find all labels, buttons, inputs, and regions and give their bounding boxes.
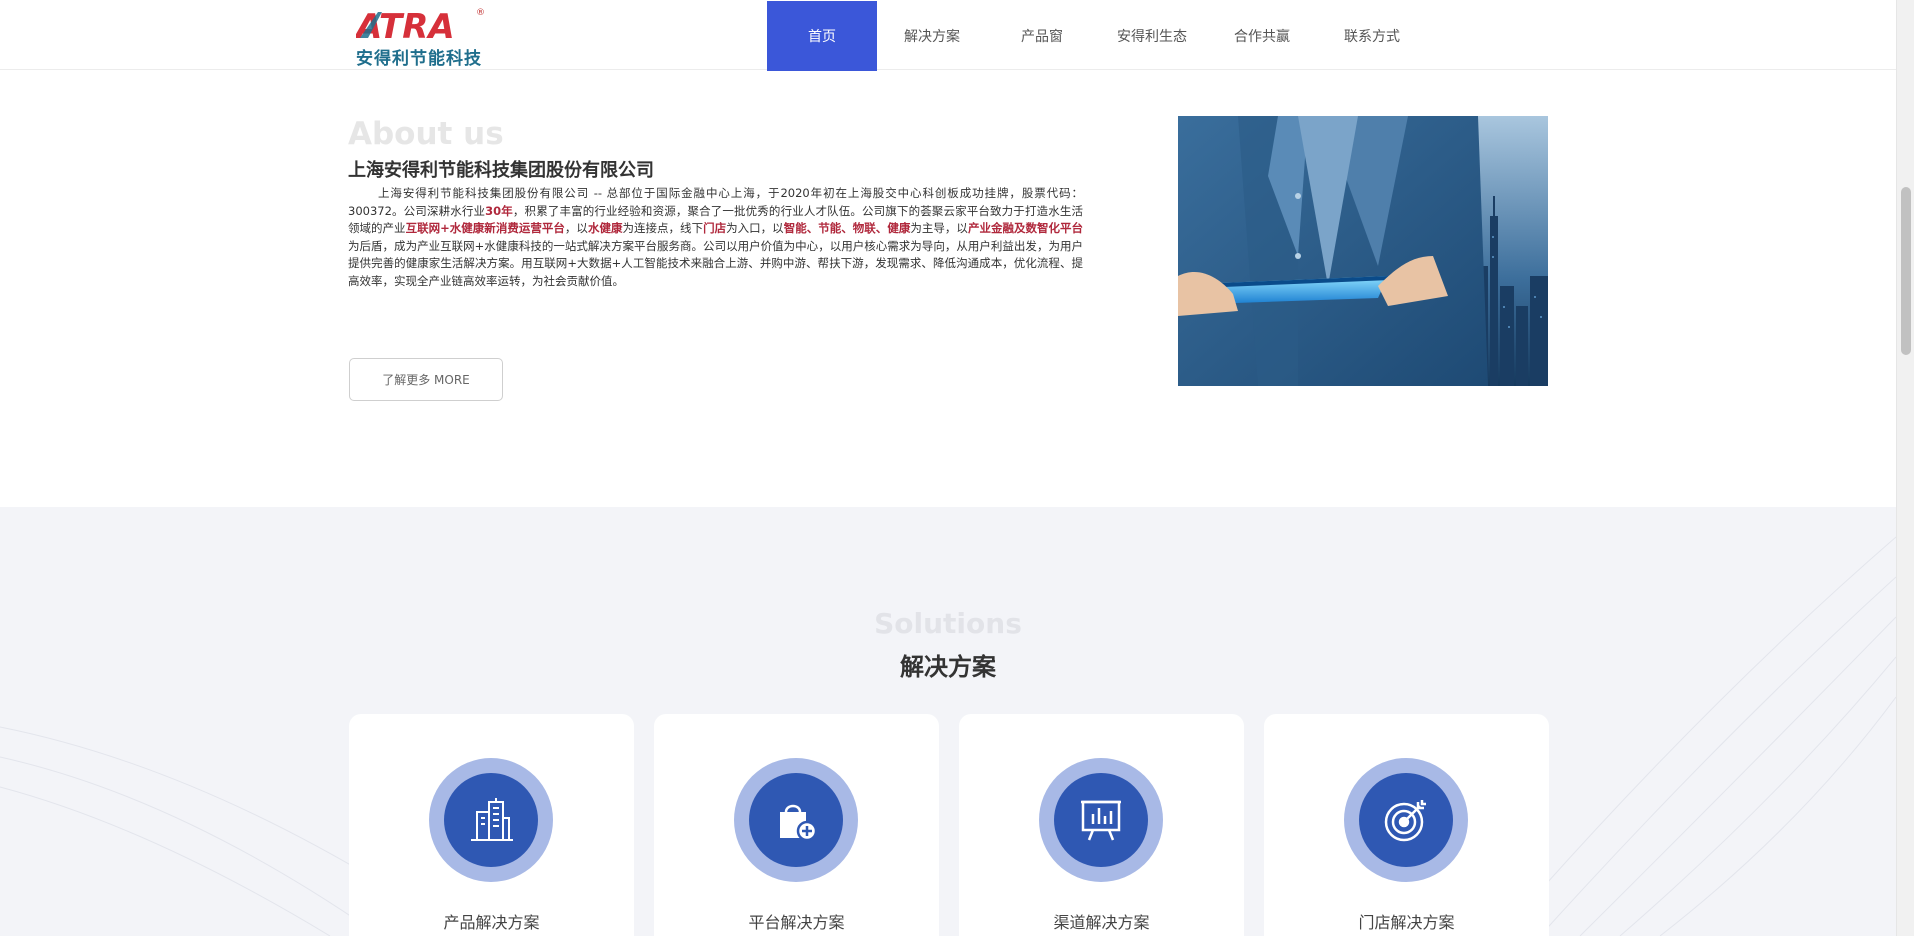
solution-card-platform[interactable]: 平台解决方案 [654,714,939,936]
logo[interactable]: ATRA ® 安得利节能科技 [356,8,485,69]
solution-card-label: 产品解决方案 [443,913,540,932]
page-scrollbar[interactable] [1896,0,1914,936]
solution-card-label: 平台解决方案 [748,913,845,932]
solution-card-channel[interactable]: 渠道解决方案 [959,714,1244,936]
solution-card-store[interactable]: 门店解决方案 [1264,714,1549,936]
shopping-bag-plus-icon [780,804,818,842]
logo-text: 安得利节能科技 [356,49,482,69]
nav-item-contact[interactable]: 联系方式 [1317,1,1427,71]
solution-icon-disc [1054,773,1148,867]
solution-icon-ring [429,758,553,882]
target-icon [1384,800,1426,842]
solutions-section: Solutions 解决方案 产品解决方案 平台解决方案 渠道解决方案 门店解决… [0,507,1896,936]
logo-registered-mark: ® [476,8,485,18]
building-icon [471,798,513,841]
nav-item-ecosystem[interactable]: 安得利生态 [1097,1,1207,71]
solution-card-label: 渠道解决方案 [1053,913,1150,932]
scrollbar-thumb[interactable] [1901,187,1911,355]
about-section: About us 上海安得利节能科技集团股份有限公司 上海安得利节能科技集团股份… [0,71,1896,507]
nav-item-products[interactable]: 产品窗 [987,1,1097,71]
main-nav: 首页 解决方案 产品窗 安得利生态 合作共赢 联系方式 [767,1,1427,71]
nav-item-solutions[interactable]: 解决方案 [877,1,987,71]
solution-icon-disc [1359,773,1453,867]
solution-icon-ring [1344,758,1468,882]
solutions-title-en: Solutions [874,607,1022,640]
learn-more-button[interactable]: 了解更多 MORE [349,358,503,401]
solution-icon-ring [734,758,858,882]
decorative-lines-background [0,536,1896,936]
presentation-board-icon [1081,800,1121,841]
solution-card-product[interactable]: 产品解决方案 [349,714,634,936]
logo-mark-icon: ATRA [356,8,455,42]
solution-icon-ring [1039,758,1163,882]
nav-item-home[interactable]: 首页 [767,1,877,71]
about-image [1178,116,1548,386]
solution-icon-disc [444,773,538,867]
solution-card-label: 门店解决方案 [1358,913,1455,932]
solutions-title: 解决方案 [900,653,996,681]
businessman-tablet-image [1178,116,1548,386]
solution-icon-disc [749,773,843,867]
about-title: 上海安得利节能科技集团股份有限公司 [348,160,654,181]
about-title-en: About us [348,116,504,152]
site-header: ATRA ® 安得利节能科技 首页 解决方案 产品窗 安得利生态 合作共赢 联系… [0,0,1896,71]
about-description: 上海安得利节能科技集团股份有限公司 -- 总部位于国际金融中心上海，于2020年… [348,186,1084,288]
nav-item-cooperation[interactable]: 合作共赢 [1207,1,1317,71]
